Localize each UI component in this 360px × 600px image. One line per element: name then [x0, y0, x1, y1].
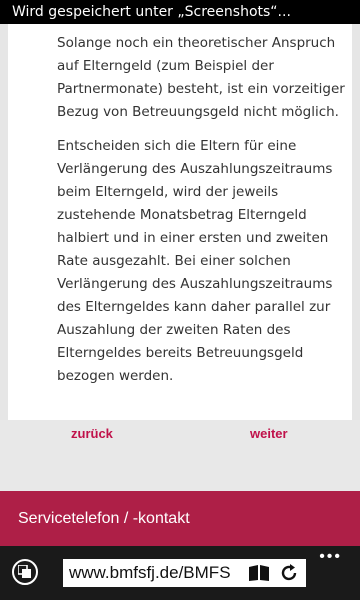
- service-contact-label: Servicetelefon / -kontakt: [18, 510, 190, 527]
- refresh-icon[interactable]: [279, 563, 299, 583]
- status-bar: Wird gespeichert unter „Screenshots“...: [0, 0, 360, 24]
- paragraph-1: Solange noch ein theoretischer Anspruch …: [57, 35, 345, 120]
- next-link[interactable]: weiter: [250, 426, 288, 441]
- article-content: Solange noch ein theoretischer Anspruch …: [57, 32, 347, 399]
- paragraph-2: Entscheiden sich die Eltern für eine Ver…: [57, 138, 333, 384]
- browser-bar: www.bmfsfj.de/BMFS •••: [0, 546, 360, 600]
- more-icon: •••: [319, 548, 342, 565]
- right-margin: [352, 24, 360, 420]
- tabs-icon: [18, 565, 31, 578]
- tabs-button[interactable]: [12, 559, 38, 585]
- left-margin: [0, 24, 8, 420]
- back-link[interactable]: zurück: [71, 426, 113, 441]
- more-button[interactable]: •••: [319, 549, 342, 565]
- url-text[interactable]: www.bmfsfj.de/BMFS: [69, 559, 245, 587]
- address-bar[interactable]: www.bmfsfj.de/BMFS: [63, 559, 306, 587]
- pagination-area: zurück weiter: [0, 420, 360, 491]
- service-contact-bar[interactable]: Servicetelefon / -kontakt: [0, 491, 360, 546]
- reading-view-icon[interactable]: [247, 564, 271, 582]
